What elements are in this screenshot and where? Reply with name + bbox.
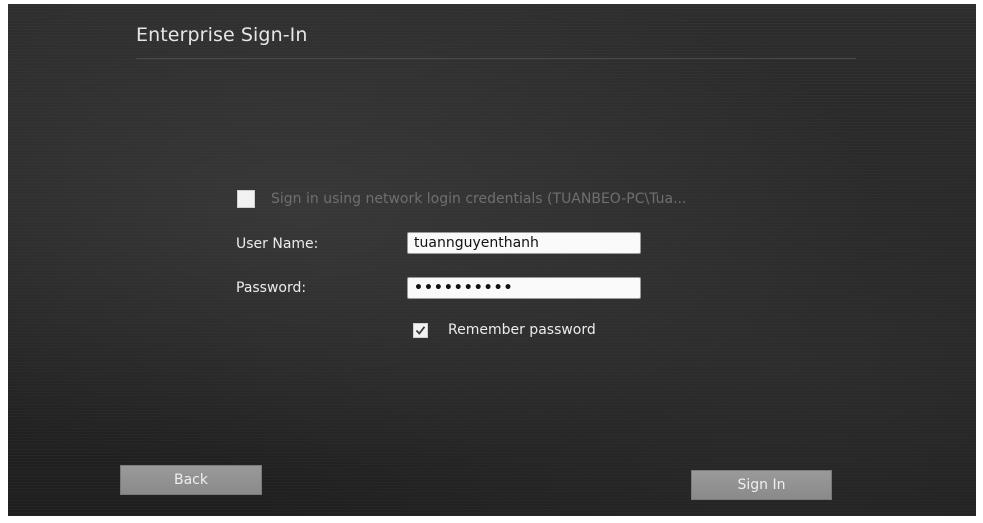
page-title: Enterprise Sign-In [136,24,308,46]
network-login-row: Sign in using network login credentials … [237,190,686,208]
username-input[interactable] [408,233,640,253]
checkmark-icon [415,325,426,335]
remember-password-checkbox[interactable] [413,322,428,338]
back-button[interactable]: Back [120,465,262,495]
remember-password-row: Remember password [413,322,596,338]
sign-in-screen: Enterprise Sign-In Sign in using network… [8,4,976,516]
title-divider [136,58,856,59]
username-label: User Name: [236,236,319,252]
password-input[interactable] [408,278,640,298]
remember-password-label: Remember password [448,322,596,338]
network-login-label: Sign in using network login credentials … [271,191,687,207]
sign-in-button[interactable]: Sign In [691,470,832,500]
password-label: Password: [236,280,307,296]
network-login-checkbox[interactable] [237,190,255,208]
